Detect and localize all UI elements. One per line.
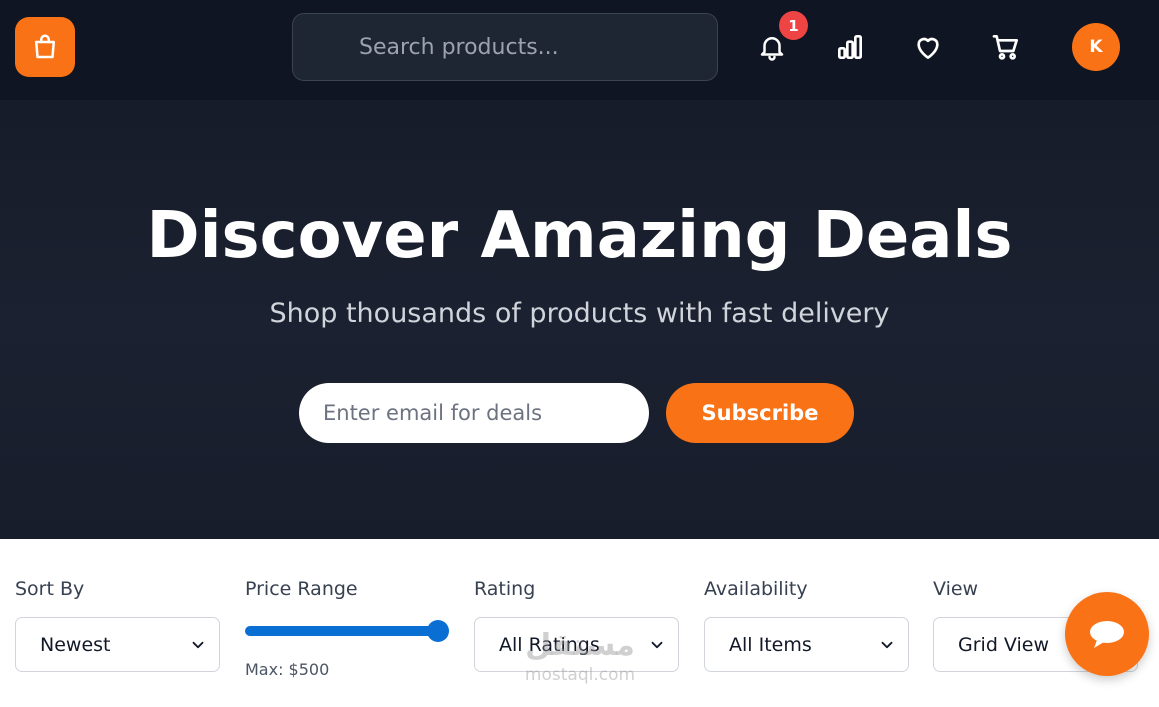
sort-by-select[interactable]: Newest: [15, 617, 220, 672]
top-navbar: 1 K: [0, 0, 1159, 100]
hero-title: Discover Amazing Deals: [146, 199, 1013, 273]
chat-bubble-icon: [1090, 621, 1124, 648]
bell-icon: [760, 37, 784, 61]
chevron-down-icon: [881, 641, 893, 649]
search-icon: [315, 36, 339, 60]
view-label: View: [933, 578, 979, 600]
shopping-bag-icon: [35, 34, 55, 59]
chevron-down-icon: [192, 641, 204, 649]
watermark: مستقل mostaql.com: [505, 628, 655, 692]
analytics-button[interactable]: [830, 27, 870, 67]
watermark-brand: مستقل: [525, 628, 635, 663]
sort-by-label: Sort By: [15, 578, 85, 600]
availability-select[interactable]: All Items: [704, 617, 909, 672]
search-bar[interactable]: [292, 13, 718, 81]
cart-icon: [992, 35, 1018, 60]
price-range-label: Price Range: [245, 578, 358, 600]
notification-badge: 1: [779, 11, 808, 40]
cart-button[interactable]: [986, 27, 1026, 67]
watermark-url: mostaql.com: [524, 665, 636, 685]
subscribe-button[interactable]: Subscribe: [666, 383, 854, 443]
heart-icon: [917, 37, 939, 59]
view-value: Grid View: [958, 633, 1050, 656]
hero-subtitle: Shop thousands of products with fast del…: [269, 298, 890, 329]
logo[interactable]: [15, 17, 75, 77]
search-input[interactable]: [359, 34, 679, 60]
price-range-max: Max: $500: [245, 660, 330, 679]
wishlist-button[interactable]: [908, 27, 948, 67]
price-range-track[interactable]: [245, 626, 438, 636]
rating-label: Rating: [474, 578, 536, 600]
hero-section: Discover Amazing Deals Shop thousands of…: [0, 100, 1159, 539]
availability-label: Availability: [704, 578, 808, 600]
email-field[interactable]: [299, 383, 649, 443]
user-avatar[interactable]: K: [1072, 23, 1120, 71]
bar-chart-icon: [838, 35, 862, 59]
price-range-handle[interactable]: [427, 620, 449, 642]
availability-value: All Items: [729, 633, 812, 656]
sort-by-value: Newest: [40, 633, 111, 656]
chat-button[interactable]: [1065, 592, 1149, 676]
